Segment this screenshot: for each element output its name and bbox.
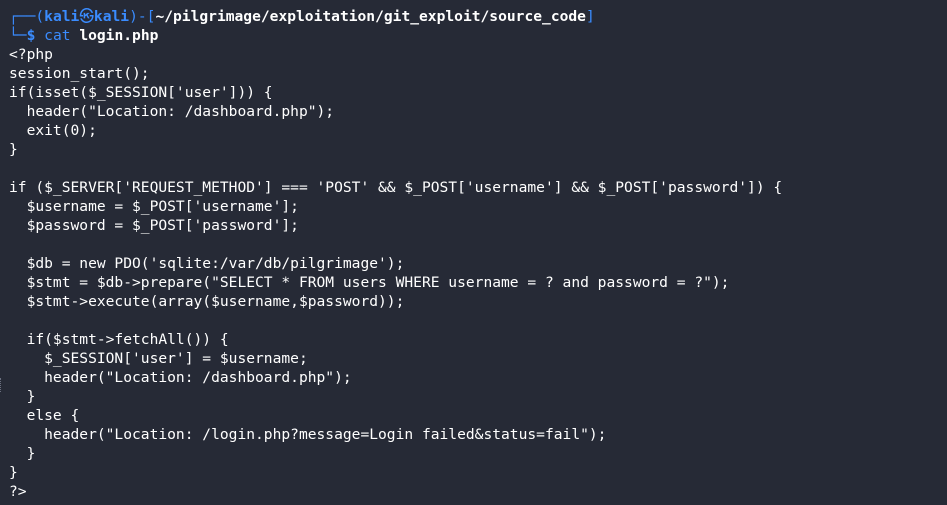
prompt-line-command: └─$ cat login.php xyxy=(9,26,947,45)
code-line: $username = $_POST['username']; xyxy=(9,198,299,215)
terminal-window[interactable]: ┌──(kali㉿kali)-[~/pilgrimage/exploitatio… xyxy=(0,0,947,505)
code-line: else { xyxy=(9,407,80,424)
command-argument: login.php xyxy=(79,27,159,44)
code-line: if($stmt->fetchAll()) { xyxy=(9,331,229,348)
code-line: ?> xyxy=(9,483,27,500)
code-line: session_start(); xyxy=(9,65,150,82)
prompt-user: kali xyxy=(44,8,80,25)
prompt-bracket-end: ] xyxy=(585,8,595,25)
code-line: header("Location: /dashboard.php"); xyxy=(9,369,352,386)
code-line: <?php xyxy=(9,46,53,63)
code-line: if(isset($_SESSION['user'])) { xyxy=(9,84,273,101)
code-line: } xyxy=(9,141,18,158)
prompt-at-symbol: ㉿ xyxy=(79,8,94,25)
code-line: } xyxy=(9,445,36,462)
code-line: if ($_SERVER['REQUEST_METHOD'] === 'POST… xyxy=(9,179,783,196)
code-line: exit(0); xyxy=(9,122,97,139)
code-line: header("Location: /dashboard.php"); xyxy=(9,103,335,120)
prompt-path: ~/pilgrimage/exploitation/git_exploit/so… xyxy=(155,8,586,25)
code-line: } xyxy=(9,388,36,405)
code-line: $db = new PDO('sqlite:/var/db/pilgrimage… xyxy=(9,255,405,272)
command-output: <?php session_start(); if(isset($_SESSION[… xyxy=(9,45,947,501)
code-line: $stmt = $db->prepare("SELECT * FROM user… xyxy=(9,274,730,291)
prompt-host: kali xyxy=(93,8,130,25)
code-line: $_SESSION['user'] = $username; xyxy=(9,350,308,367)
code-line: $stmt->execute(array($username,$password… xyxy=(9,293,405,310)
prompt-corner-top: ┌──( xyxy=(9,8,45,25)
code-line: } xyxy=(9,464,18,481)
prompt-line-top: ┌──(kali㉿kali)-[~/pilgrimage/exploitatio… xyxy=(9,7,947,26)
command-name: cat xyxy=(44,27,71,44)
prompt-dollar: $ xyxy=(26,27,36,44)
code-line: $password = $_POST['password']; xyxy=(9,217,299,234)
code-line: header("Location: /login.php?message=Log… xyxy=(9,426,607,443)
prompt-bracket-mid: )-[ xyxy=(129,8,156,25)
prompt-corner-bottom: └─ xyxy=(9,27,27,44)
scroll-gutter-mark xyxy=(0,378,4,392)
